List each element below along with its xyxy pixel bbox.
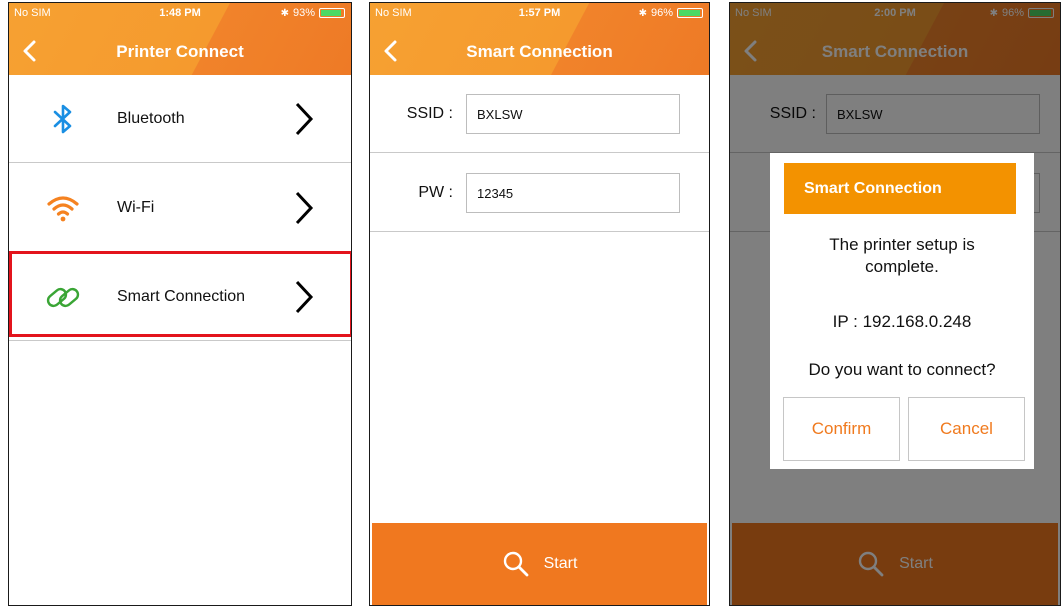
screen-smart-connection: No SIM 1:57 PM ✱ 96% Smart Connection SS… [369,2,710,606]
screen-printer-connect: No SIM 1:48 PM ✱ 93% Printer Connect Blu… [8,2,352,606]
chevron-right-icon [295,102,314,136]
highlight-box [9,251,351,337]
battery-icon [319,8,345,18]
cancel-button[interactable]: Cancel [908,397,1025,461]
start-label: Start [543,555,578,572]
page-title: Printer Connect [116,42,244,61]
chevron-right-icon [295,191,314,225]
bluetooth-status-icon: ✱ [280,7,289,19]
nav-header: No SIM 1:57 PM ✱ 96% Smart Connection [370,3,709,75]
bluetooth-status-icon: ✱ [638,7,647,19]
pw-row: PW : [370,154,709,232]
status-bar: No SIM 1:48 PM ✱ 93% [9,3,351,23]
status-right: ✱ 93% [281,7,345,19]
dialog-message: The printer setup is complete. [770,234,1034,278]
status-bar: No SIM 1:57 PM ✱ 96% [370,3,709,23]
dialog-message-line: The printer setup is [829,235,975,254]
pw-label: PW : [418,184,453,201]
dialog-message-line: complete. [865,257,939,276]
wifi-icon [47,196,79,222]
list-item-wifi[interactable]: Wi-Fi [9,164,351,252]
dialog-ip-address: IP : 192.168.0.248 [832,312,972,331]
pw-input[interactable] [466,173,680,213]
list-item-label: Bluetooth [117,110,185,127]
list-item-label: Wi-Fi [117,199,155,216]
status-right: ✱ 96% [639,7,703,19]
page-title: Smart Connection [466,42,613,61]
confirm-button[interactable]: Confirm [783,397,900,461]
battery-percent: 96% [650,7,673,19]
confirm-dialog: Smart Connection The printer setup is co… [770,153,1034,469]
dialog-title: Smart Connection [784,163,1016,214]
nav-header: No SIM 1:48 PM ✱ 93% Printer Connect [9,3,351,75]
list-item-bluetooth[interactable]: Bluetooth [9,75,351,163]
ssid-row: SSID : [370,75,709,153]
ssid-input[interactable] [466,94,680,134]
battery-icon [677,8,703,18]
ssid-label: SSID : [406,105,453,122]
screen-setup-complete: No SIM 2:00 PM ✱ 96% Smart Connection SS… [729,2,1061,606]
battery-percent: 93% [292,7,315,19]
dialog-question: Do you want to connect? [808,360,996,379]
search-icon [503,551,528,577]
start-button[interactable]: Start [372,523,707,605]
bluetooth-icon [53,104,72,134]
